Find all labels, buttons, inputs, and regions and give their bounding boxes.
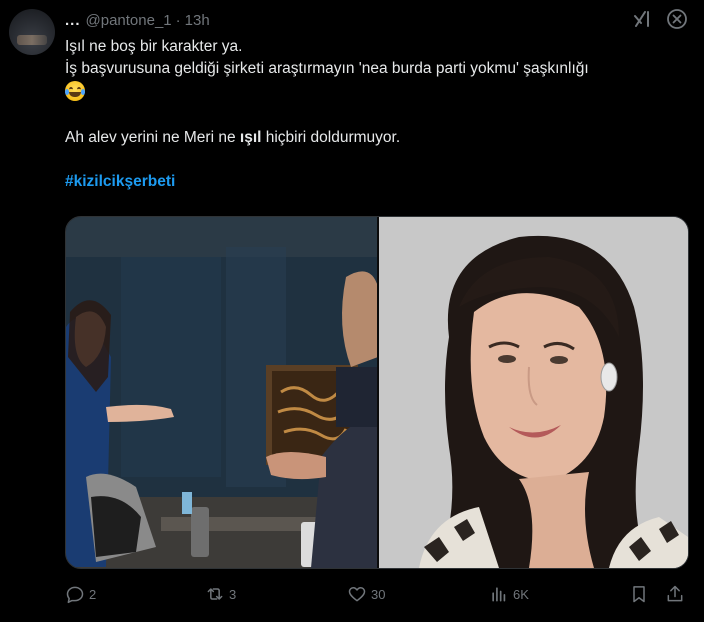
- views-button[interactable]: 6K: [489, 580, 529, 608]
- media-image-right[interactable]: [379, 217, 688, 568]
- share-button[interactable]: [665, 580, 685, 608]
- like-button[interactable]: 30: [347, 580, 385, 608]
- tweet-line-3: [65, 80, 695, 105]
- reply-icon: [66, 586, 84, 604]
- blank-line-2: [65, 149, 695, 171]
- tweet-header: ... @pantone_1 · 13h: [65, 10, 210, 30]
- repost-button[interactable]: 3: [205, 580, 236, 608]
- views-count: 6K: [513, 586, 529, 602]
- views-icon: [492, 587, 506, 602]
- timestamp[interactable]: 13h: [185, 12, 210, 29]
- repost-icon: [207, 588, 223, 600]
- hashtag-link[interactable]: #kizilcikşerbeti: [65, 171, 695, 193]
- header-separator: ·: [175, 11, 181, 29]
- share-icon: [667, 585, 683, 602]
- avatar[interactable]: [9, 9, 55, 55]
- tweet-line-2: İş başvurusuna geldiği şirketi araştırma…: [65, 60, 589, 77]
- repost-count: 3: [229, 586, 237, 602]
- media-grid[interactable]: [65, 216, 689, 569]
- bookmark-icon: [633, 586, 645, 603]
- bookmark-button[interactable]: [629, 580, 649, 608]
- media-image-left[interactable]: [66, 217, 378, 568]
- display-name[interactable]: ...: [65, 12, 81, 29]
- tweet-text: Işıl ne boş bir karakter ya. İş başvurus…: [65, 36, 695, 193]
- tweet-line-1: Işıl ne boş bir karakter ya.: [65, 38, 243, 55]
- tweet-line-4-end: hiçbiri doldurmuyor.: [261, 129, 401, 146]
- tweet-actions: 2 3 30 6K: [65, 580, 695, 608]
- user-handle[interactable]: @pantone_1: [86, 12, 172, 29]
- more-icon[interactable]: [666, 8, 688, 30]
- tweet[interactable]: ... @pantone_1 · 13h Işıl ne boş bir kar…: [0, 0, 704, 622]
- like-count: 30: [371, 586, 386, 602]
- laughing-emoji-icon: [65, 81, 85, 101]
- tweet-line-4: Ah alev yerini ne Meri ne ışıl hiçbiri d…: [65, 127, 695, 149]
- grok-icon[interactable]: [632, 8, 654, 30]
- tweet-line-4-bold: ışıl: [239, 129, 262, 146]
- tweet-line-4-start: Ah alev yerini ne Meri ne: [65, 129, 240, 146]
- reply-button[interactable]: 2: [65, 580, 96, 608]
- reply-count: 2: [89, 586, 97, 602]
- heart-icon: [348, 587, 366, 602]
